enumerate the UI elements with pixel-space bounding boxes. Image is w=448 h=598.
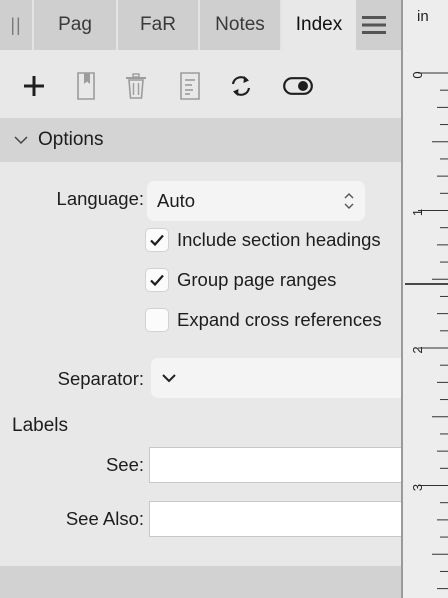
ruler-tick-label: 1	[410, 209, 425, 216]
group-page-ranges-label: Group page ranges	[177, 269, 337, 290]
separator-dropdown[interactable]	[151, 358, 401, 398]
ruler-tick-label: 2	[410, 346, 425, 353]
trash-icon	[126, 73, 146, 99]
updown-chevron-icon	[344, 193, 354, 209]
checkmark-icon	[150, 234, 164, 247]
bookmark-page-icon	[77, 72, 95, 100]
tab-find-and-replace[interactable]: FaR	[118, 0, 200, 50]
separator-label: Separator:	[57, 368, 144, 389]
see-also-label: See Also:	[65, 508, 144, 529]
refresh-index-button[interactable]	[226, 70, 256, 102]
include-section-headings-row[interactable]: Include section headings	[145, 226, 381, 254]
see-also-input[interactable]	[149, 501, 401, 537]
group-page-ranges-checkbox[interactable]	[145, 268, 169, 292]
index-panel: || Pag FaR Notes Index Options Language:…	[0, 0, 401, 598]
index-toolbar	[0, 50, 401, 118]
tab-bar: || Pag FaR Notes Index	[0, 0, 401, 50]
plus-icon	[24, 76, 44, 96]
see-label: See:	[105, 454, 144, 475]
language-label: Language:	[56, 188, 144, 209]
see-input[interactable]	[149, 447, 401, 483]
chevron-down-icon	[14, 136, 28, 145]
group-page-ranges-row[interactable]: Group page ranges	[145, 266, 336, 294]
show-index-toggle[interactable]	[282, 70, 314, 102]
insert-index-button[interactable]	[175, 70, 205, 102]
panel-footer	[0, 566, 401, 598]
language-select-value: Auto	[157, 190, 196, 211]
labels-section-title: Labels	[12, 415, 68, 436]
options-section-header[interactable]: Options	[0, 118, 401, 162]
refresh-icon	[231, 76, 251, 96]
hamburger-menu-icon	[362, 16, 386, 34]
include-section-headings-label: Include section headings	[177, 229, 381, 250]
chevron-down-icon	[162, 374, 176, 383]
tab-pages[interactable]: Pag	[34, 0, 118, 50]
include-section-headings-checkbox[interactable]	[145, 228, 169, 252]
ruler-ticks: 0 1 2 3	[405, 71, 448, 590]
delete-entry-button[interactable]	[121, 70, 151, 102]
options-section-title: Options	[38, 129, 104, 150]
panel-menu-button[interactable]	[356, 0, 401, 50]
panel-grip-handle[interactable]: ||	[0, 0, 34, 50]
tab-notes[interactable]: Notes	[200, 0, 282, 50]
expand-cross-references-checkbox[interactable]	[145, 308, 169, 332]
vertical-ruler[interactable]: in 0123	[401, 0, 448, 598]
expand-cross-references-label: Expand cross references	[177, 309, 382, 330]
add-page-reference-button[interactable]	[71, 70, 101, 102]
ruler-tick-label: 3	[410, 484, 425, 491]
tab-index[interactable]: Index	[282, 0, 356, 50]
toggle-icon	[283, 77, 313, 95]
language-select[interactable]: Auto	[147, 181, 365, 221]
checkmark-icon	[150, 274, 164, 287]
document-list-icon	[180, 72, 200, 100]
add-entry-button[interactable]	[19, 70, 49, 102]
ruler-tick-label: 0	[410, 71, 425, 78]
expand-cross-references-row[interactable]: Expand cross references	[145, 306, 382, 334]
